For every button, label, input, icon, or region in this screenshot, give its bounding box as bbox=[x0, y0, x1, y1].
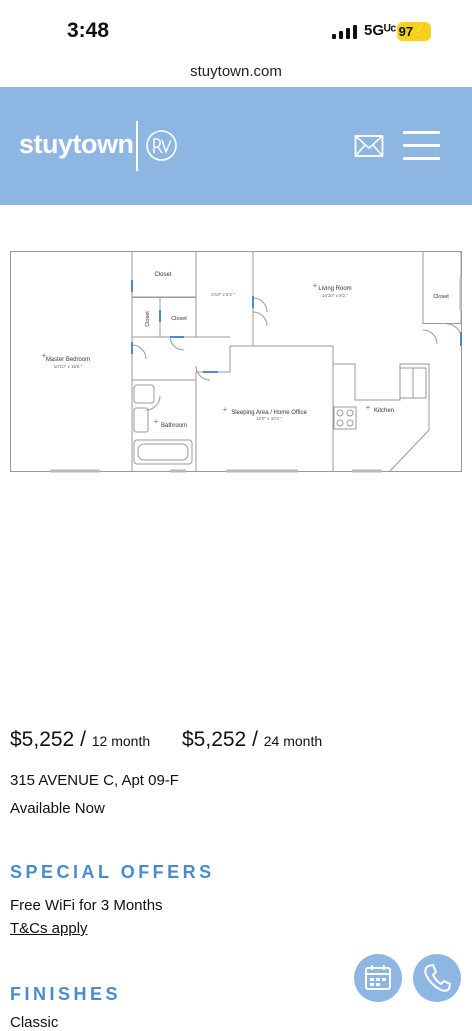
master-bedroom-dimensions: 10'10" x 16'8 " bbox=[54, 364, 83, 369]
address-bar[interactable]: stuytown.com bbox=[0, 63, 472, 80]
finishes-value: Classic bbox=[10, 1014, 59, 1031]
master-bedroom-label: Master Bedroom bbox=[46, 357, 90, 363]
hall-dimensions: 5'10" x 8'2 " bbox=[211, 292, 235, 297]
floor-plan: + Master Bedroom 10'10" x 16'8 " Closet … bbox=[10, 251, 462, 473]
listing-address: 315 AVENUE C, Apt 09-F bbox=[10, 772, 179, 789]
bathroom-label: Bathroom bbox=[161, 423, 187, 429]
hamburger-menu-icon[interactable] bbox=[403, 131, 440, 161]
svg-text:+: + bbox=[366, 403, 371, 412]
price-12-value: $5,252 bbox=[10, 728, 75, 751]
closet-top-label: Closet bbox=[154, 272, 171, 278]
price-24-month: $5,252 / 24 month bbox=[182, 728, 323, 751]
living-room-label: Living Room bbox=[318, 286, 351, 292]
special-offers-heading: SPECIAL OFFERS bbox=[10, 862, 215, 882]
availability-status: Available Now bbox=[10, 800, 105, 817]
cellular-signal-icon bbox=[332, 25, 357, 39]
schedule-tour-button[interactable] bbox=[354, 954, 402, 1002]
terms-link[interactable]: T&Cs apply bbox=[10, 920, 88, 937]
mail-icon[interactable] bbox=[354, 133, 384, 159]
call-button[interactable] bbox=[413, 954, 461, 1002]
phone-icon bbox=[424, 964, 451, 992]
price-24-term: 24 month bbox=[263, 733, 323, 749]
closet-small-label: Closet bbox=[171, 316, 187, 322]
logo-mark-icon bbox=[146, 130, 177, 161]
status-bar: 3:48 5Gᵁᶜ 97⚡ bbox=[0, 0, 472, 58]
battery-level: 97 bbox=[398, 24, 414, 39]
logo[interactable]: stuytown bbox=[19, 129, 134, 160]
network-type: 5Gᵁᶜ bbox=[364, 22, 397, 39]
finishes-heading: FINISHES bbox=[10, 984, 122, 1004]
price-24-value: $5,252 bbox=[182, 728, 247, 751]
svg-text:+: + bbox=[154, 417, 159, 426]
clock: 3:48 bbox=[67, 19, 110, 42]
sleeping-area-dimensions: 12'0" x 10'4 " bbox=[256, 416, 282, 421]
kitchen-label: Kitchen bbox=[374, 408, 394, 414]
price-12-term: 12 month bbox=[91, 733, 151, 749]
battery-indicator: 97⚡ bbox=[397, 22, 431, 41]
logo-divider bbox=[136, 121, 138, 171]
living-room-dimensions: 14'10" x 8'2 " bbox=[322, 293, 348, 298]
calendar-icon bbox=[365, 965, 391, 990]
price-12-month: $5,252 / 12 month bbox=[10, 728, 151, 751]
charging-bolt-icon: ⚡ bbox=[413, 24, 430, 39]
svg-text:+: + bbox=[313, 281, 318, 290]
offer-text: Free WiFi for 3 Months bbox=[10, 897, 163, 914]
closet-right-label: Closet bbox=[433, 294, 449, 300]
svg-text:+: + bbox=[223, 405, 228, 414]
closet-vertical-label: Closet bbox=[145, 311, 151, 327]
